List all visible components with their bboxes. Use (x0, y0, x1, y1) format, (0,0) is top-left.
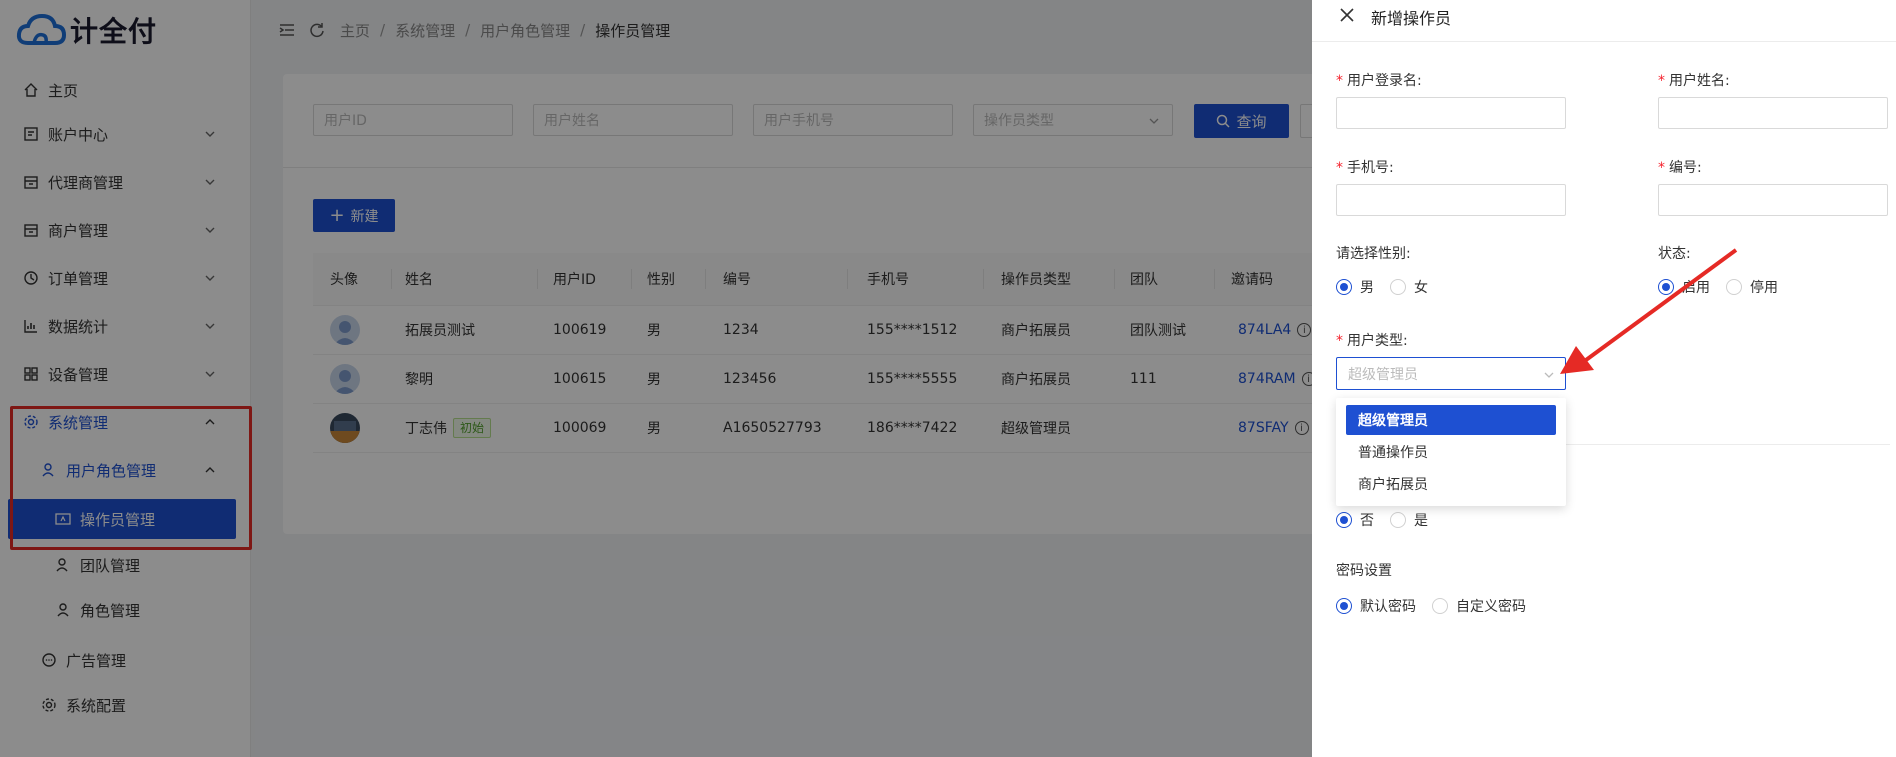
gender-label: 请选择性别: (1336, 246, 1411, 262)
login-name-input[interactable] (1336, 97, 1566, 129)
dropdown-option-super-admin[interactable]: 超级管理员 (1346, 405, 1556, 435)
code-text: 编号: (1669, 160, 1702, 176)
required-mark: * (1658, 73, 1665, 89)
user-type-dropdown: 超级管理员 普通操作员 商户拓展员 (1336, 398, 1566, 506)
status-label: 状态: (1658, 246, 1691, 262)
radio-unchecked-icon (1390, 279, 1406, 295)
status-enabled-label: 启用 (1682, 280, 1710, 296)
phone-text: 手机号: (1347, 160, 1394, 176)
no-option[interactable]: 否 (1336, 510, 1374, 530)
code-label: * 编号: (1658, 157, 1702, 177)
login-name-label: * 用户登录名: (1336, 70, 1422, 90)
status-radio-group: 启用 停用 (1658, 277, 1794, 297)
custom-password-option[interactable]: 自定义密码 (1432, 596, 1526, 616)
radio-checked-icon (1336, 598, 1352, 614)
password-label: 密码设置 (1336, 563, 1392, 579)
radio-unchecked-icon (1390, 512, 1406, 528)
radio-unchecked-icon (1726, 279, 1742, 295)
drawer-mask[interactable] (0, 0, 1312, 757)
required-mark: * (1336, 333, 1343, 349)
required-mark: * (1658, 160, 1665, 176)
gender-male-option[interactable]: 男 (1336, 277, 1374, 297)
radio-checked-icon (1658, 279, 1674, 295)
real-name-label: * 用户姓名: (1658, 70, 1730, 90)
status-disabled-label: 停用 (1750, 280, 1778, 296)
dropdown-option-normal-operator[interactable]: 普通操作员 (1346, 437, 1556, 467)
login-name-text: 用户登录名: (1347, 73, 1422, 89)
no-label: 否 (1360, 513, 1374, 529)
drawer-divider (1566, 444, 1890, 445)
yesno-radio-group: 否 是 (1336, 510, 1444, 530)
drawer-title: 新增操作员 (1371, 9, 1452, 28)
user-type-label: * 用户类型: (1336, 330, 1408, 350)
gender-female-label: 女 (1414, 280, 1428, 296)
status-enabled-option[interactable]: 启用 (1658, 277, 1710, 297)
status-disabled-option[interactable]: 停用 (1726, 277, 1778, 297)
radio-checked-icon (1336, 279, 1352, 295)
drawer-header: 新增操作员 (1312, 0, 1896, 42)
gender-male-label: 男 (1360, 280, 1374, 296)
yes-label: 是 (1414, 513, 1428, 529)
phone-input[interactable] (1336, 184, 1566, 216)
custom-password-label: 自定义密码 (1456, 599, 1526, 615)
user-type-placeholder: 超级管理员 (1348, 366, 1418, 383)
radio-checked-icon (1336, 512, 1352, 528)
close-icon[interactable] (1338, 6, 1356, 24)
phone-label: * 手机号: (1336, 157, 1394, 177)
required-mark: * (1336, 160, 1343, 176)
required-mark: * (1336, 73, 1343, 89)
default-password-label: 默认密码 (1360, 599, 1416, 615)
gender-radio-group: 男 女 (1336, 277, 1444, 297)
chevron-down-icon (1544, 372, 1554, 378)
user-type-select[interactable]: 超级管理员 (1336, 357, 1566, 390)
real-name-input[interactable] (1658, 97, 1888, 129)
password-radio-group: 默认密码 自定义密码 (1336, 596, 1542, 616)
yes-option[interactable]: 是 (1390, 510, 1428, 530)
default-password-option[interactable]: 默认密码 (1336, 596, 1416, 616)
real-name-text: 用户姓名: (1669, 73, 1730, 89)
code-input[interactable] (1658, 184, 1888, 216)
radio-unchecked-icon (1432, 598, 1448, 614)
user-type-text: 用户类型: (1347, 333, 1408, 349)
gender-female-option[interactable]: 女 (1390, 277, 1428, 297)
dropdown-option-merchant-expander[interactable]: 商户拓展员 (1346, 469, 1556, 499)
